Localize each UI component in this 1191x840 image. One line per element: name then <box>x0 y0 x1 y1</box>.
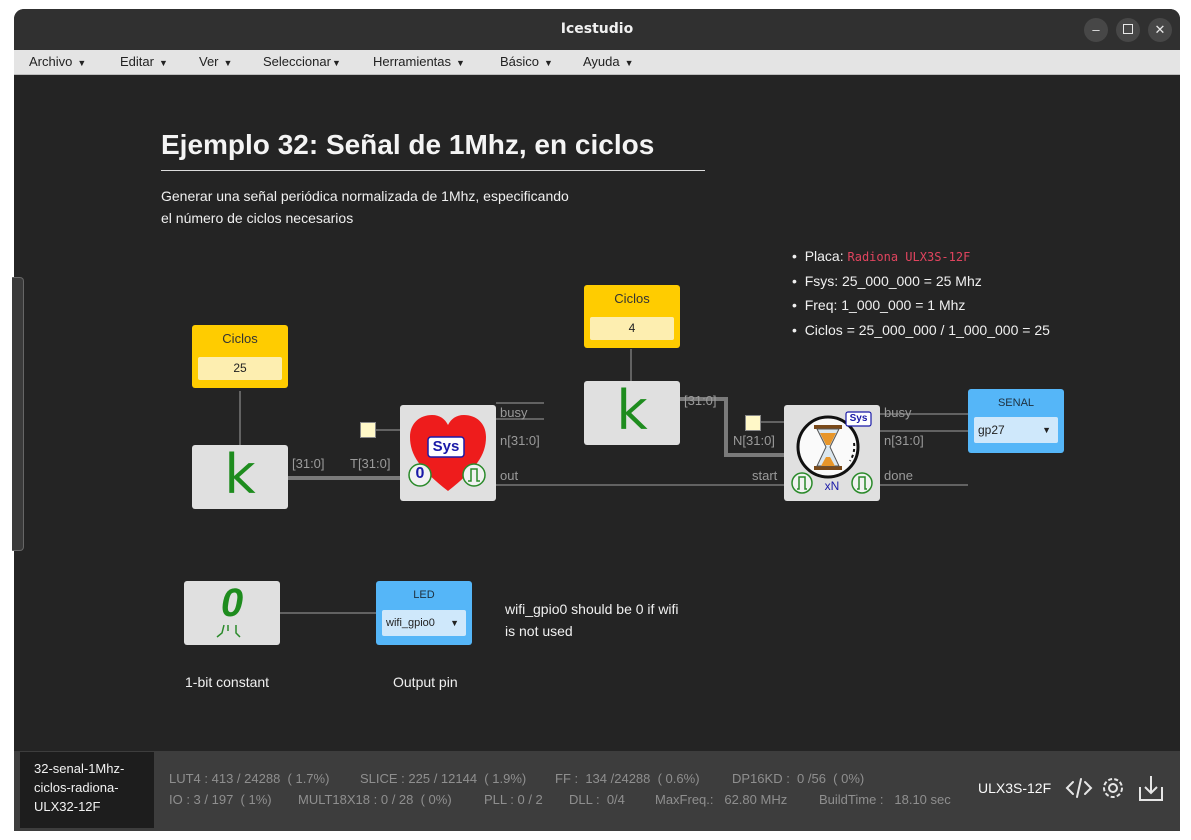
trigger-input-pin[interactable] <box>360 422 376 438</box>
cycle-counter-block[interactable]: Sys xN <box>784 405 880 501</box>
senal-output-block[interactable]: SENAL gp27 ▼ <box>968 389 1064 453</box>
output-label: LED <box>413 589 435 601</box>
legs-icon <box>216 624 241 638</box>
stat-maxfreq: MaxFreq.: 62.80 MHz <box>655 792 788 807</box>
menu-archivo[interactable]: Archivo ▼ <box>29 54 86 69</box>
port-label: done <box>884 468 913 483</box>
menu-editar[interactable]: Editar ▼ <box>120 54 168 69</box>
stat-lut4: LUT4 : 413 / 24288 ( 1.7%) <box>169 771 330 786</box>
port-label: out <box>500 468 519 483</box>
project-name: 32-senal-1Mhz- ciclos-radiona- ULX32-12F <box>20 752 154 828</box>
sys-label: Sys <box>849 413 868 424</box>
constant-ciclos-block[interactable]: Ciclos 4 <box>584 285 680 348</box>
port-label: T[31:0] <box>350 456 391 471</box>
k-constant-block[interactable]: k <box>192 443 288 509</box>
port-label: n[31:0] <box>884 433 924 448</box>
k-constant-block[interactable]: k <box>584 379 680 445</box>
stat-ff: FF : 134 /24288 ( 0.6%) <box>555 771 700 786</box>
caret-down-icon: ▼ <box>223 58 233 68</box>
placa-code: Radiona ULX3S-12F <box>847 250 971 264</box>
k-glyph: k <box>616 379 648 442</box>
dropdown-arrow-icon: ▼ <box>450 618 459 628</box>
caret-down-icon: ▼ <box>331 58 341 68</box>
upload-icon[interactable] <box>1136 773 1166 803</box>
note-fsys: • Fsys: 25_000_000 = 25 Mhz <box>792 273 982 289</box>
settings-gear-icon[interactable] <box>1098 773 1128 803</box>
bit-constant-block[interactable]: 0 <box>184 581 280 645</box>
port-label: busy <box>500 405 528 420</box>
minimize-button[interactable]: – <box>1084 18 1108 42</box>
stat-mult: MULT18X18 : 0 / 28 ( 0%) <box>298 792 452 807</box>
caret-down-icon: ▼ <box>77 58 87 68</box>
stat-slice: SLICE : 225 / 12144 ( 1.9%) <box>360 771 527 786</box>
port-label: [31:0] <box>684 393 717 408</box>
wifi-note-line-2: is not used <box>505 623 573 639</box>
trigger-input-pin[interactable] <box>745 415 761 431</box>
led-output-block[interactable]: LED wifi_gpio0 ▼ <box>376 581 472 645</box>
constant-value-field[interactable]: 25 <box>198 357 282 380</box>
stat-pll: PLL : 0 / 2 <box>484 792 543 807</box>
zero-label: 0 <box>415 465 425 482</box>
side-dock-edge <box>12 277 24 551</box>
design-canvas[interactable]: Ejemplo 32: Señal de 1Mhz, en ciclos Gen… <box>14 75 1180 751</box>
caret-down-icon: ▼ <box>158 58 168 68</box>
menu-bar: Archivo ▼ Editar ▼ Ver ▼ Seleccionar▼ Herra… <box>14 50 1180 75</box>
output-label: SENAL <box>997 397 1035 409</box>
sys-label: Sys <box>432 438 460 455</box>
stat-buildtime: BuildTime : 18.10 sec <box>819 792 951 807</box>
port-label: busy <box>884 405 912 420</box>
constant-ciclos-block[interactable]: Ciclos 25 <box>192 325 288 388</box>
menu-seleccionar[interactable]: Seleccionar▼ <box>263 54 341 69</box>
heading-underline <box>161 170 705 171</box>
caret-down-icon: ▼ <box>624 58 634 68</box>
wifi-note-line-1: wifi_gpio0 should be 0 if wifi <box>505 601 679 617</box>
minimize-icon: – <box>1092 22 1100 37</box>
menu-herramientas[interactable]: Herramientas ▼ <box>373 54 465 69</box>
app-window: Icestudio – ✕ Archivo ▼ Editar ▼ Ver ▼ Sele… <box>14 9 1180 831</box>
port-label: start <box>752 468 778 483</box>
k-glyph: k <box>224 443 256 506</box>
port-label: n[31:0] <box>500 433 540 448</box>
led-caption: Output pin <box>393 674 458 690</box>
title-bar: Icestudio – ✕ <box>14 9 1180 50</box>
close-icon: ✕ <box>1154 22 1166 37</box>
description-line-1: Generar una señal periódica normalizada … <box>161 188 569 204</box>
port-label: [31:0] <box>292 456 325 471</box>
pin-select[interactable]: gp27 ▼ <box>974 417 1058 443</box>
stat-dp16kd: DP16KD : 0 /56 ( 0%) <box>732 771 865 786</box>
page-heading: Ejemplo 32: Señal de 1Mhz, en ciclos <box>161 129 655 160</box>
maximize-button[interactable] <box>1116 18 1140 42</box>
pin-select[interactable]: wifi_gpio0 ▼ <box>382 610 466 636</box>
code-icon[interactable] <box>1064 773 1094 803</box>
bit-constant-caption: 1-bit constant <box>185 674 270 690</box>
board-name[interactable]: ULX3S-12F <box>978 780 1051 796</box>
constant-value-field[interactable]: 4 <box>590 317 674 340</box>
caret-down-icon: ▼ <box>456 58 465 68</box>
window-title: Icestudio <box>560 21 634 37</box>
caret-down-icon: ▼ <box>544 58 553 68</box>
note-placa: • Placa: Radiona ULX3S-12F <box>792 248 971 264</box>
menu-ver[interactable]: Ver ▼ <box>199 54 232 69</box>
xn-label: xN <box>824 479 840 493</box>
dropdown-arrow-icon: ▼ <box>1042 425 1051 435</box>
port-label: N[31:0] <box>733 433 775 448</box>
stat-dll: DLL : 0/4 <box>569 792 625 807</box>
constant-label: Ciclos <box>222 331 258 346</box>
menu-basico[interactable]: Básico ▼ <box>500 54 553 69</box>
stat-io: IO : 3 / 197 ( 1%) <box>169 792 272 807</box>
signal-generator-block[interactable]: Sys 0 <box>400 405 496 501</box>
menu-ayuda[interactable]: Ayuda ▼ <box>583 54 634 69</box>
close-button[interactable]: ✕ <box>1148 18 1172 42</box>
status-bar: 32-senal-1Mhz- ciclos-radiona- ULX32-12F… <box>14 751 1180 831</box>
description-line-2: el número de ciclos necesarios <box>161 210 354 226</box>
maximize-icon <box>1123 24 1133 35</box>
constant-label: Ciclos <box>614 291 650 306</box>
note-ciclos: • Ciclos = 25_000_000 / 1_000_000 = 25 <box>792 322 1050 338</box>
note-freq: • Freq: 1_000_000 = 1 Mhz <box>792 297 966 313</box>
